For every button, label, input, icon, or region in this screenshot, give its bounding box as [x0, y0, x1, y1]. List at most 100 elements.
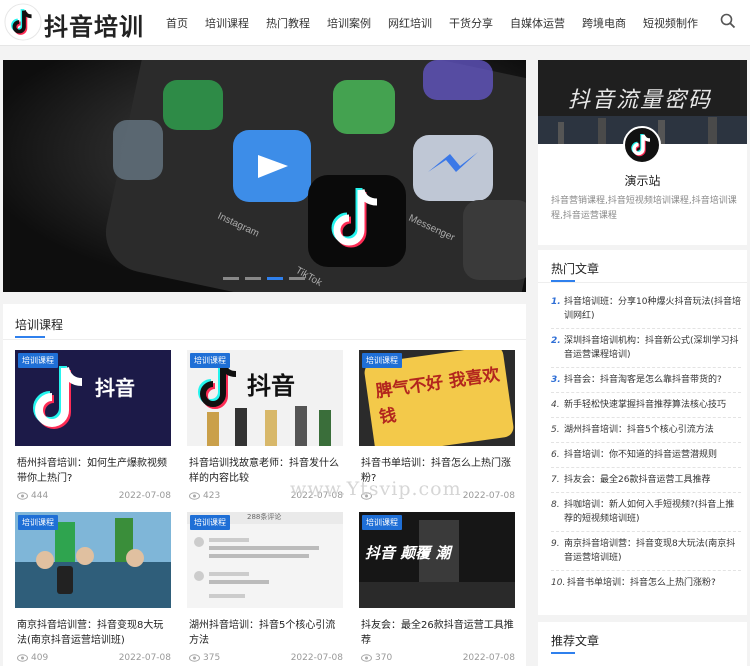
- list-item[interactable]: 7. 抖友会：最全26款抖音运营工具推荐: [551, 468, 741, 493]
- carousel-dot-active[interactable]: [267, 277, 283, 280]
- view-count: 370: [375, 653, 393, 663]
- nav-item-tips[interactable]: 干货分享: [449, 15, 493, 31]
- section-title: 推荐文章: [551, 634, 600, 648]
- article-link[interactable]: 湖州抖音培训：抖音5个核心引流方法: [564, 423, 714, 437]
- rank-number: 3.: [551, 375, 561, 385]
- list-item[interactable]: 5. 湖州抖音培训：抖音5个核心引流方法: [551, 418, 741, 443]
- course-card[interactable]: 抖音 颠覆 潮 培训课程 抖友会：最全26款抖音运营工具推荐 370 2022-…: [359, 512, 515, 663]
- tiktok-logo-icon[interactable]: [4, 3, 42, 41]
- thumb-text: 抖音: [247, 372, 295, 400]
- article-link[interactable]: 新手轻松快速掌握抖音推荐算法核心技巧: [564, 398, 726, 412]
- view-count: 375: [203, 653, 221, 663]
- profile-card: 抖音流量密码 演示站 抖音营销课程,抖音短视频培训课程,抖音培训课程,抖音运营课…: [538, 60, 747, 245]
- rank-number: 1.: [551, 297, 561, 307]
- nav-item-courses[interactable]: 培训课程: [205, 15, 249, 31]
- profile-description: 抖音营销课程,抖音短视频培训课程,抖音培训课程,抖音运营课程: [551, 196, 737, 221]
- section-title: 培训课程: [15, 318, 64, 332]
- course-thumbnail[interactable]: 培训课程: [15, 512, 171, 608]
- rank-number: 6.: [551, 450, 560, 460]
- view-count: 423: [203, 491, 221, 501]
- post-date: 2022-07-08: [118, 491, 171, 501]
- divider: [3, 339, 526, 340]
- course-title[interactable]: 南京抖音培训营：抖音变现8大玩法(南京抖音运营培训班): [15, 618, 171, 648]
- list-item[interactable]: 9. 南京抖音培训营：抖音变现8大玩法(南京抖音运营培训班): [551, 532, 741, 571]
- nav-item-video[interactable]: 短视频制作: [643, 15, 698, 31]
- course-thumbnail[interactable]: 抖音 培训课程: [187, 350, 343, 446]
- article-link[interactable]: 抖音培训：你不知道的抖音运营潜规则: [564, 448, 717, 462]
- site-title[interactable]: 抖音培训: [44, 7, 144, 42]
- post-date: 2022-07-08: [462, 491, 515, 501]
- course-thumbnail[interactable]: 抖音 培训课程: [15, 350, 171, 446]
- article-link[interactable]: 抖音书单培训：抖音怎么上热门涨粉?: [567, 576, 716, 590]
- eye-icon: [17, 653, 28, 662]
- rank-number: 7.: [551, 475, 560, 485]
- course-thumbnail[interactable]: 脾气不好 我喜欢钱 培训课程: [359, 350, 515, 446]
- thumb-text: 抖音: [95, 376, 135, 400]
- article-link[interactable]: 抖音培训班：分享10种爆火抖音玩法(抖音培训网红): [564, 295, 741, 323]
- course-meta: 375 2022-07-08: [187, 653, 343, 663]
- eye-icon: [361, 653, 372, 662]
- course-thumbnail[interactable]: 抖音 颠覆 潮 培训课程: [359, 512, 515, 608]
- category-tag[interactable]: 培训课程: [190, 515, 230, 530]
- carousel-dot[interactable]: [223, 277, 239, 280]
- nav-item-home[interactable]: 首页: [166, 15, 188, 31]
- category-tag[interactable]: 培训课程: [190, 353, 230, 368]
- banner-text: 抖音流量密码: [568, 88, 713, 113]
- carousel-dot[interactable]: [289, 277, 305, 280]
- course-card[interactable]: 培训课程 南京抖音培训营：抖音变现8大玩法(南京抖音运营培训班) 409 202…: [15, 512, 171, 663]
- rank-number: 8.: [551, 500, 560, 510]
- nav-item-tutorials[interactable]: 热门教程: [266, 15, 310, 31]
- list-item[interactable]: 2. 深圳抖音培训机构：抖音新公式(深圳学习抖音运营课程培训): [551, 329, 741, 368]
- post-date: 2022-07-08: [290, 653, 343, 663]
- rank-number: 10.: [551, 578, 566, 588]
- list-item[interactable]: 10. 抖音书单培训：抖音怎么上热门涨粉?: [551, 571, 741, 595]
- course-card[interactable]: 288条评论 培训课程 湖州抖音培训：抖音5个核心引流方法 375 2022-0…: [187, 512, 343, 663]
- article-link[interactable]: 抖咖培训：新人如何入手短视频?(抖音上推荐的短视频培训班): [564, 498, 741, 526]
- profile-name[interactable]: 演示站: [538, 172, 747, 189]
- title-underline: [15, 336, 45, 338]
- category-tag[interactable]: 培训课程: [18, 515, 58, 530]
- hot-article-list: 1. 抖音培训班：分享10种爆火抖音玩法(抖音培训网红) 2. 深圳抖音培训机构：抖…: [551, 290, 741, 595]
- article-link[interactable]: 抖音会：抖音淘客是怎么靠抖音带货的?: [564, 373, 722, 387]
- avatar[interactable]: [623, 126, 661, 164]
- article-link[interactable]: 抖友会：最全26款抖音运营工具推荐: [564, 473, 710, 487]
- eye-icon: [17, 491, 28, 500]
- category-tag[interactable]: 培训课程: [362, 353, 402, 368]
- hero-carousel[interactable]: Instagram Messenger TikTok: [3, 60, 526, 292]
- view-count: 409: [31, 653, 49, 663]
- list-item[interactable]: 4. 新手轻松快速掌握抖音推荐算法核心技巧: [551, 393, 741, 418]
- thumb-text: 288条评论: [247, 513, 282, 521]
- course-thumbnail[interactable]: 288条评论 培训课程: [187, 512, 343, 608]
- list-item[interactable]: 6. 抖音培训：你不知道的抖音运营潜规则: [551, 443, 741, 468]
- list-item[interactable]: 1. 抖音培训班：分享10种爆火抖音玩法(抖音培训网红): [551, 290, 741, 329]
- title-underline: [551, 652, 575, 654]
- category-tag[interactable]: 培训课程: [18, 353, 58, 368]
- nav-item-influencer[interactable]: 网红培训: [388, 15, 432, 31]
- hot-articles-panel: 热门文章 1. 抖音培训班：分享10种爆火抖音玩法(抖音培训网红) 2. 深圳抖音培…: [538, 250, 747, 615]
- course-title[interactable]: 湖州抖音培训：抖音5个核心引流方法: [187, 618, 343, 648]
- site-header: 抖音培训 首页 培训课程 热门教程 培训案例 网红培训 干货分享 自媒体运营 跨…: [0, 0, 750, 46]
- carousel-dot[interactable]: [245, 277, 261, 280]
- article-link[interactable]: 深圳抖音培训机构：抖音新公式(深圳学习抖音运营课程培训): [564, 334, 741, 362]
- course-title[interactable]: 抖友会：最全26款抖音运营工具推荐: [359, 618, 515, 648]
- course-card[interactable]: 抖音 培训课程 梧州抖音培训：如何生产爆款视频带你上热门? 444 2022-0…: [15, 350, 171, 501]
- main-nav: 首页 培训课程 热门教程 培训案例 网红培训 干货分享 自媒体运营 跨境电商 短…: [166, 0, 715, 46]
- nav-item-cases[interactable]: 培训案例: [327, 15, 371, 31]
- article-link[interactable]: 南京抖音培训营：抖音变现8大玩法(南京抖音运营培训班): [564, 537, 741, 565]
- watermark: www.Ytsvip.com: [290, 478, 462, 500]
- post-date: 2022-07-08: [118, 653, 171, 663]
- carousel-dots: [223, 277, 305, 280]
- course-meta: 409 2022-07-08: [15, 653, 171, 663]
- rank-number: 4.: [551, 400, 560, 410]
- list-item[interactable]: 3. 抖音会：抖音淘客是怎么靠抖音带货的?: [551, 368, 741, 393]
- list-item[interactable]: 8. 抖咖培训：新人如何入手短视频?(抖音上推荐的短视频培训班): [551, 493, 741, 532]
- rank-number: 5.: [551, 425, 560, 435]
- category-tag[interactable]: 培训课程: [362, 515, 402, 530]
- eye-icon: [189, 653, 200, 662]
- nav-item-self-media[interactable]: 自媒体运营: [510, 15, 565, 31]
- course-meta: 370 2022-07-08: [359, 653, 515, 663]
- nav-item-ecommerce[interactable]: 跨境电商: [582, 15, 626, 31]
- search-icon[interactable]: [720, 13, 736, 29]
- view-count: 444: [31, 491, 49, 501]
- course-title[interactable]: 梧州抖音培训：如何生产爆款视频带你上热门?: [15, 456, 171, 486]
